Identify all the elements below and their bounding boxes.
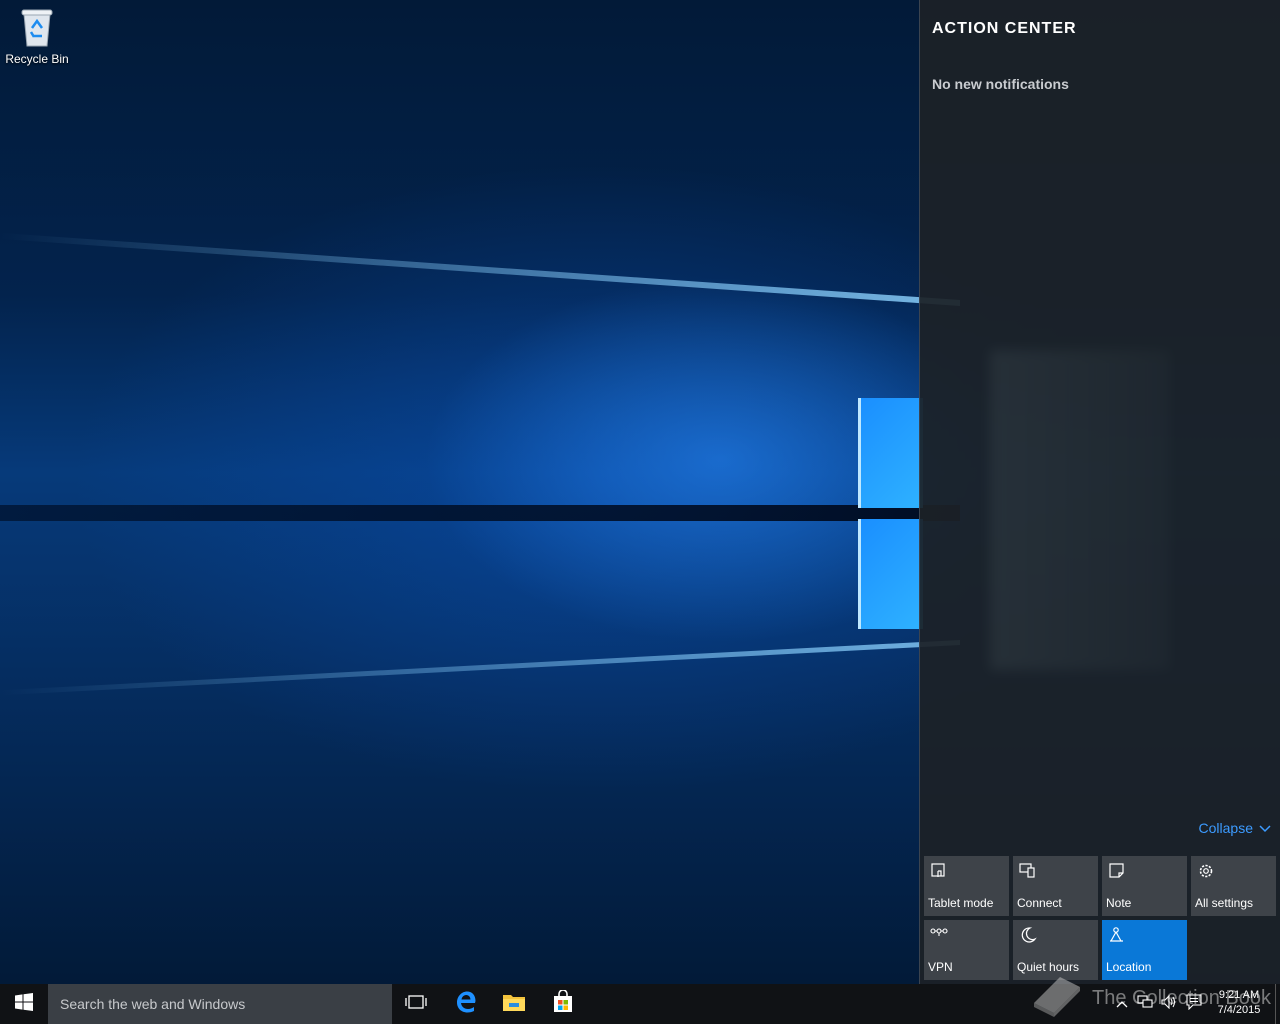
location-icon: [1108, 926, 1126, 944]
quick-action-label: Location: [1106, 960, 1152, 974]
clock-date: 7/4/2015: [1217, 1004, 1261, 1016]
action-center-panel: ACTION CENTER No new notifications Colla…: [919, 0, 1280, 984]
volume-tray-button[interactable]: [1158, 984, 1180, 1024]
recycle-bin-icon: [20, 6, 54, 48]
store-icon: [551, 988, 575, 1019]
quick-action-label: Note: [1106, 896, 1132, 910]
quick-action-quiet-hours[interactable]: Quiet hours: [1013, 920, 1098, 980]
wallpaper-shadow-band: [0, 505, 960, 521]
chevron-up-icon: [1116, 995, 1128, 1013]
quick-action-label: Quiet hours: [1017, 960, 1080, 974]
volume-icon: [1161, 994, 1177, 1014]
search-box[interactable]: Search the web and Windows: [48, 984, 392, 1024]
system-clock[interactable]: 9:21 AM 7/4/2015: [1208, 988, 1270, 1018]
action-center-title: ACTION CENTER: [932, 20, 1077, 37]
quick-action-label: All settings: [1195, 896, 1254, 910]
file-explorer-icon: [502, 991, 526, 1018]
show-hidden-icons-button[interactable]: [1112, 984, 1132, 1024]
wallpaper-light-beam: [0, 232, 960, 306]
task-view-button[interactable]: [392, 984, 440, 1024]
collapse-button[interactable]: Collapse: [1199, 820, 1271, 836]
start-button[interactable]: [0, 984, 48, 1024]
action-center-tray-button[interactable]: [1182, 984, 1206, 1024]
task-view-icon: [404, 993, 428, 1016]
network-icon: [1137, 994, 1153, 1014]
no-notifications-message: No new notifications: [932, 76, 1069, 92]
edge-button[interactable]: [442, 984, 490, 1024]
windows-logo-pane: [858, 519, 923, 629]
show-desktop-button[interactable]: [1275, 984, 1280, 1024]
clock-time: 9:21 AM: [1218, 989, 1260, 1001]
quick-action-vpn[interactable]: VPN: [924, 920, 1009, 980]
quick-action-label: Connect: [1017, 896, 1062, 910]
quick-action-label: VPN: [928, 960, 953, 974]
store-button[interactable]: [539, 984, 587, 1024]
note-icon: [1108, 862, 1126, 880]
quick-action-label: Tablet mode: [928, 896, 994, 910]
search-placeholder: Search the web and Windows: [60, 996, 246, 1012]
windows-logo-pane: [858, 398, 923, 508]
taskbar: Search the web and Windows The Collectio…: [0, 977, 1280, 1024]
file-explorer-button[interactable]: [490, 984, 538, 1024]
quick-action-tablet-mode[interactable]: Tablet mode: [924, 856, 1009, 916]
quick-action-location[interactable]: Location: [1102, 920, 1187, 980]
quick-action-note[interactable]: Note: [1102, 856, 1187, 916]
action-center-icon: [1186, 993, 1202, 1015]
wallpaper-reflection: [990, 350, 1170, 670]
edge-icon: [454, 990, 478, 1019]
moon-icon: [1019, 926, 1037, 944]
desktop-icon-label: Recycle Bin: [5, 52, 69, 66]
desktop-icon-recycle-bin[interactable]: Recycle Bin: [4, 6, 70, 66]
vpn-icon: [930, 926, 948, 944]
chevron-down-icon: [1259, 820, 1271, 836]
tablet-mode-icon: [930, 862, 948, 880]
quick-action-connect[interactable]: Connect: [1013, 856, 1098, 916]
quick-action-all-settings[interactable]: All settings: [1191, 856, 1276, 916]
connect-icon: [1019, 862, 1037, 880]
wallpaper-light-beam: [0, 640, 960, 696]
windows-logo-icon: [15, 992, 33, 1016]
gear-icon: [1197, 862, 1215, 880]
network-tray-button[interactable]: [1134, 984, 1156, 1024]
collapse-label: Collapse: [1198, 820, 1253, 836]
